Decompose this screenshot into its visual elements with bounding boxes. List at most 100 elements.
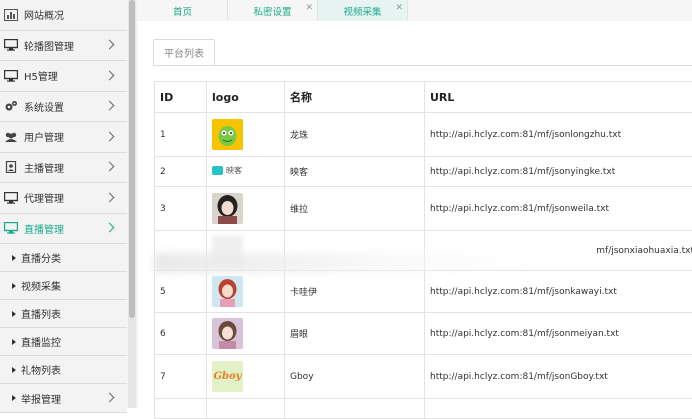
cell-name: 维拉: [285, 187, 425, 231]
monitor-icon: [4, 38, 18, 52]
sidebar-item-h5[interactable]: H5管理: [0, 61, 127, 92]
cell-logo: 映客: [207, 157, 285, 187]
sidebar-subitem-live-category[interactable]: 直播分类: [0, 244, 127, 272]
cell-id: 2: [155, 157, 207, 187]
sidebar-item-anchors[interactable]: 主播管理: [0, 153, 127, 184]
cell-name: 眉眼: [285, 313, 425, 355]
table-row: [155, 399, 692, 419]
tv-icon: [212, 166, 223, 175]
sidebar-subitem-label: 视频采集: [21, 278, 61, 293]
divider: [153, 65, 692, 66]
caret-right-icon: [12, 283, 16, 289]
caret-right-icon: [12, 395, 16, 401]
sidebar-item-label: 系统设置: [24, 99, 64, 114]
url-text: mf/jsonxiaohuaxia.txt: [596, 246, 692, 256]
close-icon[interactable]: ✕: [305, 3, 313, 13]
cell-id: 6: [155, 313, 207, 355]
cell-logo: [207, 113, 285, 157]
table-row: 7 Gboy Gboy http://api.hclyz.com:81/mf/j…: [155, 355, 692, 399]
sidebar-subitem-live-list[interactable]: 直播列表: [0, 300, 127, 328]
cell-url: http://api.hclyz.com:81/mf/jsonGboy.txt: [425, 355, 692, 399]
chevron-right-icon: [105, 223, 115, 233]
chevron-right-icon: [105, 40, 115, 50]
sidebar-item-label: 举报管理: [21, 391, 61, 406]
cell-id: 7: [155, 355, 207, 399]
cell-url: http://api.hclyz.com:81/mf/jsonmeiyan.tx…: [425, 313, 692, 355]
green-dragon-logo: [212, 119, 243, 150]
table-row: 2 映客 映客 http://api.hclyz.com:81/mf/jsony…: [155, 157, 692, 187]
table-row: 1 龙珠 http://api.hclyz.com:81/mf/jsonlong…: [155, 113, 692, 157]
cell-url: http://api.hclyz.com:81/mf/jsonyingke.tx…: [425, 157, 692, 187]
cell-url: [425, 399, 692, 419]
yingke-logo: 映客: [212, 165, 242, 176]
sidebar-subitem-label: 直播分类: [21, 250, 61, 265]
cell-name: 龙珠: [285, 113, 425, 157]
sidebar-subitem-label: 直播列表: [21, 306, 61, 321]
sidebar-item-label: 网站概况: [24, 7, 64, 22]
sidebar-subitem-label: 直播监控: [21, 334, 61, 349]
cell-url: http://api.hclyz.com:81/mf/jsonlongzhu.t…: [425, 113, 692, 157]
chevron-right-icon: [105, 393, 115, 403]
sidebar-item-overview[interactable]: 网站概况: [0, 0, 127, 31]
sidebar-scrollbar-thumb[interactable]: [129, 0, 135, 318]
sidebar-item-label: 用户管理: [24, 129, 64, 144]
sidebar-subitem-video-collect[interactable]: 视频采集: [0, 272, 127, 300]
id-card-icon: [4, 160, 18, 174]
monitor-icon: [4, 191, 18, 205]
caret-right-icon: [12, 255, 16, 261]
table-row: 3 维拉 http://api.hclyz.com:81/mf/jsonweil…: [155, 187, 692, 231]
cell-id: 1: [155, 113, 207, 157]
chevron-right-icon: [105, 101, 115, 111]
sidebar-subitem-gift-list[interactable]: 礼物列表: [0, 356, 127, 384]
column-header-url: URL: [425, 82, 692, 113]
gboy-logo: Gboy: [212, 361, 243, 392]
column-header-name: 名称: [285, 82, 425, 113]
anime-girl-logo: [212, 276, 243, 307]
cell-name: 卡哇伊: [285, 271, 425, 313]
sidebar-item-carousel[interactable]: 轮播图管理: [0, 31, 127, 62]
cell-id: 5: [155, 271, 207, 313]
table-row: 5 卡哇伊 http://api.hclyz.com:81/mf/jsonkaw…: [155, 271, 692, 313]
chevron-right-icon: [105, 131, 115, 141]
sidebar-item-reports[interactable]: 举报管理: [0, 384, 127, 413]
portrait-logo: [212, 193, 243, 224]
tab-bar: 首页 私密设置 ✕ 视频采集 ✕: [138, 0, 692, 22]
sidebar-item-label: H5管理: [24, 68, 58, 83]
main-content: 平台列表 ID logo 名称 URL 1: [138, 21, 692, 408]
logo-text: Gboy: [213, 371, 241, 382]
table-header-row: ID logo 名称 URL: [155, 82, 692, 113]
close-icon[interactable]: ✕: [395, 3, 403, 13]
caret-right-icon: [12, 367, 16, 373]
platform-table: ID logo 名称 URL 1 龙珠 htt: [154, 81, 692, 419]
caret-right-icon: [12, 311, 16, 317]
chevron-right-icon: [105, 70, 115, 80]
privacy-blur-overlay: [154, 253, 534, 273]
tab-video-collect[interactable]: 视频采集 ✕: [318, 0, 408, 21]
sidebar: 网站概况 轮播图管理 H5管理 系统设置 用户: [0, 0, 138, 408]
subtab-label: 平台列表: [164, 45, 204, 60]
sidebar-subitem-live-monitor[interactable]: 直播监控: [0, 328, 127, 356]
sidebar-item-users[interactable]: 用户管理: [0, 122, 127, 153]
tab-label: 首页: [173, 4, 192, 18]
portrait-logo: [212, 318, 243, 349]
monitor-icon: [4, 221, 18, 235]
sidebar-item-settings[interactable]: 系统设置: [0, 92, 127, 123]
sidebar-item-agents[interactable]: 代理管理: [0, 183, 127, 214]
cell-name: 映客: [285, 157, 425, 187]
column-header-id: ID: [155, 82, 207, 113]
tab-home[interactable]: 首页: [138, 0, 228, 21]
sidebar-item-label: 轮播图管理: [24, 38, 74, 53]
table-row: 6 眉眼 http://api.hclyz.com:81/mf/jsonmeiy…: [155, 313, 692, 355]
sidebar-menu: 网站概况 轮播图管理 H5管理 系统设置 用户: [0, 0, 127, 413]
monitor-icon: [4, 69, 18, 83]
cell-url: http://api.hclyz.com:81/mf/jsonkawayi.tx…: [425, 271, 692, 313]
tab-privacy-settings[interactable]: 私密设置 ✕: [228, 0, 318, 21]
gears-icon: [4, 99, 18, 113]
sidebar-item-live[interactable]: 直播管理: [0, 214, 127, 245]
tab-platform-list[interactable]: 平台列表: [153, 39, 215, 65]
sidebar-item-label: 代理管理: [24, 190, 64, 205]
cell-id: 3: [155, 187, 207, 231]
sidebar-item-label: 主播管理: [24, 160, 64, 175]
cell-logo: [207, 399, 285, 419]
cell-name: Gboy: [285, 355, 425, 399]
